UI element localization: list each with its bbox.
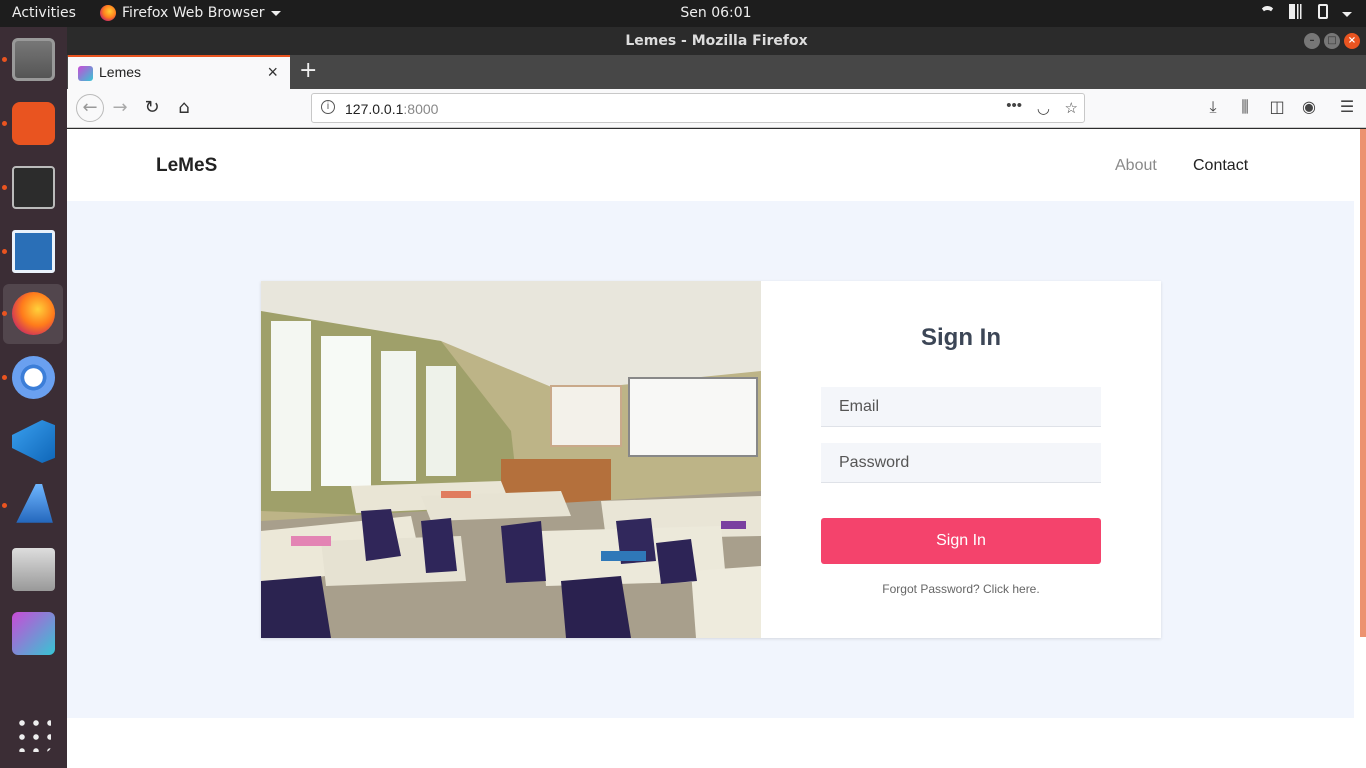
tab-lemes[interactable]: Lemes ×	[68, 55, 290, 89]
grid-icon	[15, 716, 51, 752]
dock-item-wireshark[interactable]	[2, 476, 63, 536]
running-indicator	[2, 375, 7, 380]
page-scrollbar[interactable]	[1354, 129, 1366, 768]
gnome-top-bar: Activities Firefox Web Browser Sen 06:01	[0, 0, 1366, 27]
maximize-icon[interactable]: □	[1324, 33, 1340, 49]
home-icon[interactable]: ⌂	[173, 97, 195, 119]
page-viewport: LeMeS About Contact Sign In Email Sign I…	[67, 129, 1354, 768]
reload-icon[interactable]: ↻	[141, 97, 163, 119]
back-icon[interactable]: ←	[76, 94, 104, 122]
chromium-icon	[12, 356, 55, 399]
running-indicator	[2, 503, 7, 508]
url-port: :8000	[403, 101, 439, 117]
favicon-icon	[78, 66, 93, 81]
terminal-icon	[12, 166, 55, 209]
scrollbar-thumb[interactable]	[1360, 129, 1366, 637]
url-bar[interactable]: i 127.0.0.1:8000 ••• ◡ ☆	[311, 93, 1085, 123]
dock-item-files[interactable]	[2, 30, 63, 90]
vscode-icon	[12, 420, 55, 463]
library-icon[interactable]: ⫼	[1236, 97, 1254, 117]
running-indicator	[2, 249, 7, 254]
writer-icon	[12, 230, 55, 273]
sidebar-icon[interactable]: ◫	[1268, 97, 1286, 117]
running-indicator	[2, 311, 7, 316]
signin-card: Sign In Sign In Forgot Password? Click h…	[261, 281, 1161, 638]
forgot-password-link[interactable]: Forgot Password? Click here.	[761, 582, 1161, 596]
scanner-icon	[12, 548, 55, 591]
dock-item-scanner[interactable]	[3, 540, 63, 600]
dock-item-firefox[interactable]	[2, 284, 63, 344]
url-text: 127.0.0.1:8000	[345, 101, 438, 117]
lemes-app-icon	[12, 612, 55, 655]
files-icon	[12, 38, 55, 81]
dock-item-terminal[interactable]	[2, 158, 63, 218]
dock-item-writer[interactable]	[2, 222, 63, 282]
dock-item-software[interactable]	[2, 94, 63, 154]
signin-section: Sign In Sign In Forgot Password? Click h…	[67, 201, 1354, 718]
pocket-icon[interactable]: ◡	[1037, 99, 1050, 117]
window-title: Lemes - Mozilla Firefox	[625, 33, 808, 49]
chevron-down-icon[interactable]	[1342, 11, 1352, 17]
url-host: 127.0.0.1	[345, 101, 404, 117]
running-indicator	[2, 185, 7, 190]
dock-item-chromium[interactable]	[2, 348, 63, 408]
running-indicator	[2, 57, 7, 62]
software-center-icon	[12, 102, 55, 145]
dock	[0, 27, 67, 768]
site-navbar: LeMeS About Contact	[67, 129, 1354, 201]
site-brand[interactable]: LeMeS	[156, 155, 217, 177]
tab-label: Lemes	[99, 64, 142, 80]
download-icon[interactable]: ⤓	[1204, 97, 1222, 117]
hamburger-menu-icon[interactable]: ☰	[1338, 97, 1356, 117]
email-field[interactable]	[821, 387, 1101, 427]
system-tray[interactable]	[1260, 4, 1352, 19]
wifi-icon[interactable]	[1260, 6, 1275, 21]
firefox-icon	[12, 292, 55, 335]
dock-item-vscode[interactable]	[3, 412, 63, 472]
signin-button[interactable]: Sign In	[821, 518, 1101, 564]
tab-strip: Lemes × +	[67, 55, 1366, 89]
clock[interactable]: Sen 06:01	[0, 5, 1366, 21]
password-field[interactable]	[821, 443, 1101, 483]
volume-icon[interactable]	[1289, 4, 1304, 19]
navigation-toolbar: ← → ↻ ⌂ i 127.0.0.1:8000 ••• ◡ ☆ ⤓ ⫼ ◫ ◉…	[67, 89, 1366, 128]
running-indicator	[2, 121, 7, 126]
bookmark-star-icon[interactable]: ☆	[1065, 99, 1078, 117]
window-title-bar[interactable]: Lemes - Mozilla Firefox – □ ×	[67, 27, 1366, 55]
wireshark-icon	[16, 484, 53, 523]
more-actions-icon[interactable]: •••	[1006, 97, 1022, 114]
plus-icon[interactable]: +	[299, 58, 317, 83]
close-icon[interactable]: ×	[1344, 33, 1360, 49]
battery-icon[interactable]	[1318, 4, 1328, 19]
classroom-image	[261, 281, 761, 638]
info-icon[interactable]: i	[321, 100, 335, 114]
nav-link-contact[interactable]: Contact	[1193, 157, 1248, 175]
account-icon[interactable]: ◉	[1300, 97, 1318, 117]
forward-icon[interactable]: →	[109, 97, 131, 119]
nav-link-about[interactable]: About	[1115, 157, 1157, 175]
signin-title: Sign In	[921, 324, 1001, 351]
minimize-icon[interactable]: –	[1304, 33, 1320, 49]
dock-item-lemes[interactable]	[3, 604, 63, 664]
show-applications-button[interactable]	[3, 704, 63, 764]
close-icon[interactable]: ×	[267, 62, 278, 83]
